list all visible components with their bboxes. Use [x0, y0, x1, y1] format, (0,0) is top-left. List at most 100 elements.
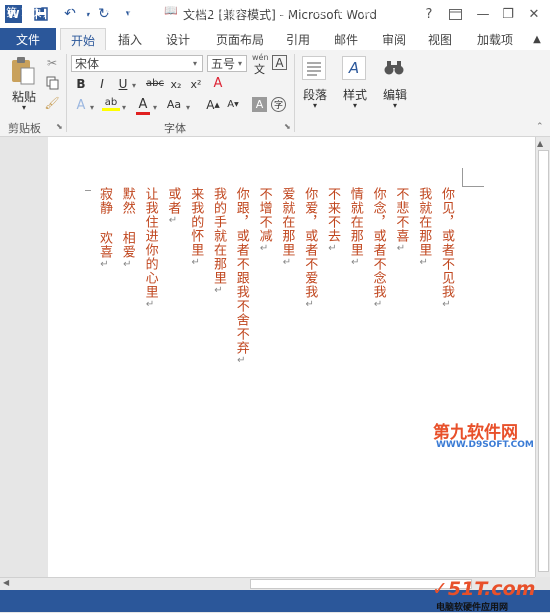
text-column[interactable]: 你爱，或者不爱我↵	[302, 187, 318, 311]
styles-icon[interactable]: A	[342, 56, 366, 80]
paragraph-icon[interactable]	[302, 56, 326, 80]
text-column[interactable]: 你念，或者不念我↵	[371, 187, 386, 311]
watermark-51t-logo: ✓51T.com	[432, 578, 536, 600]
text-column[interactable]: 爱就在那里↵	[279, 187, 294, 269]
font-color-dropdown-icon[interactable]: ▾	[153, 103, 157, 112]
paragraph-mark: ↵	[258, 243, 270, 255]
font-size-value: 五号	[211, 57, 236, 71]
collapse-ribbon-caret-icon[interactable]: ⌃	[536, 122, 544, 132]
collapse-ribbon-icon[interactable]: ▲	[528, 28, 546, 50]
binoculars-icon[interactable]	[382, 56, 406, 80]
crop-mark	[462, 186, 484, 187]
character-border-button[interactable]: A	[272, 55, 287, 70]
shrink-font-button[interactable]: A ▼	[226, 99, 240, 110]
editing-dropdown-icon[interactable]: ▾	[380, 101, 410, 110]
clear-formatting-button[interactable]: A	[210, 76, 226, 91]
change-case-dropdown-icon[interactable]: ▾	[186, 103, 190, 112]
clipboard-paste-icon[interactable]	[10, 56, 36, 86]
tab-design[interactable]: 设计	[162, 28, 194, 50]
text-effects-icon[interactable]: A	[74, 98, 88, 113]
tab-page-layout[interactable]: 页面布局	[212, 28, 268, 50]
ribbon-display-icon[interactable]	[444, 4, 466, 24]
minimize-button[interactable]: —	[472, 4, 494, 24]
proofing-icon[interactable]: 📖	[164, 4, 178, 17]
text-column[interactable]: 你跟，或者不跟我不舍不弃↵	[234, 187, 249, 367]
vertical-scroll-thumb[interactable]	[538, 150, 549, 572]
font-name-value: 宋体	[75, 57, 100, 71]
text-column[interactable]: 我的手就在那里↵	[211, 187, 226, 297]
subscript-button[interactable]: x₂	[168, 78, 184, 91]
font-size-dropdown-icon[interactable]: ▾	[238, 59, 242, 68]
restore-button[interactable]: ❐	[497, 4, 519, 24]
tab-view[interactable]: 视图	[424, 28, 456, 50]
paragraph-mark: ↵	[372, 299, 384, 311]
clear-formatting-label: A	[213, 76, 223, 91]
web-layout-icon[interactable]: ▥	[362, 4, 372, 17]
highlight-button[interactable]: ab	[102, 97, 120, 111]
language-indicator[interactable]: 中文(中国)	[190, 4, 243, 20]
paragraph-mark: ↵	[304, 299, 316, 311]
enclose-characters-button[interactable]: 字	[271, 97, 286, 112]
paragraph-mark: ↵	[190, 257, 202, 269]
font-name-dropdown-icon[interactable]: ▾	[193, 59, 197, 68]
read-mode-icon[interactable]: ▤	[314, 4, 324, 17]
macro-record-icon[interactable]: ▣	[280, 4, 290, 17]
paragraph-mark: ↵	[144, 299, 156, 311]
text-effects-dropdown-icon[interactable]: ▾	[90, 103, 94, 112]
change-case-button[interactable]: Aa	[164, 98, 184, 111]
close-button[interactable]: ✕	[523, 4, 545, 24]
paragraph-mark: ↵	[213, 285, 224, 297]
strikethrough-button[interactable]: abc	[144, 78, 166, 89]
page-count[interactable]: 第 1 页，共 1 页	[6, 4, 89, 20]
watermark-d9soft-url: WWW.D9SOFT.COM	[436, 440, 534, 450]
tab-file[interactable]: 文件	[0, 28, 56, 50]
text-column[interactable]: 让我住进你的心里↵	[143, 187, 158, 311]
tab-addins[interactable]: 加载项	[472, 28, 518, 50]
scroll-up-icon[interactable]: ▲	[537, 139, 543, 148]
text-column[interactable]: 不增不减↵	[256, 187, 272, 255]
crop-mark	[462, 168, 463, 186]
tab-references[interactable]: 引用	[282, 28, 314, 50]
paragraph-mark: ↵	[235, 355, 247, 367]
print-layout-icon[interactable]: ▦	[338, 4, 348, 17]
underline-button[interactable]: U	[116, 77, 130, 91]
character-shading-button[interactable]: A	[252, 97, 267, 112]
text-column[interactable]: 来我的怀里↵	[188, 187, 203, 269]
word-count[interactable]: 93 个字	[106, 4, 146, 20]
copy-icon[interactable]	[44, 75, 60, 91]
text-column[interactable]: 我就在那里↵	[416, 187, 431, 269]
text-column[interactable]: 默然 相爱↵	[120, 187, 135, 271]
text-column[interactable]: 不来不去↵	[325, 187, 340, 255]
paragraph-mark: ↵	[327, 243, 338, 255]
superscript-button[interactable]: x²	[188, 78, 204, 91]
tab-mailings[interactable]: 邮件	[330, 28, 362, 50]
scroll-left-icon[interactable]: ◀	[3, 578, 9, 587]
column-text: 你爱，或者不爱我	[302, 187, 318, 299]
tab-review[interactable]: 审阅	[378, 28, 410, 50]
paragraph-dropdown-icon[interactable]: ▾	[300, 101, 330, 110]
text-column[interactable]: 或者↵	[165, 187, 180, 227]
format-painter-icon[interactable]: 🖌	[44, 95, 60, 111]
clipboard-launcher-icon[interactable]: ⬊	[56, 122, 63, 131]
bold-button[interactable]: B	[74, 77, 88, 91]
font-launcher-icon[interactable]: ⬊	[284, 122, 291, 131]
styles-dropdown-icon[interactable]: ▾	[340, 101, 370, 110]
shrink-font-label: A	[227, 99, 235, 110]
highlight-dropdown-icon[interactable]: ▾	[122, 103, 126, 112]
underline-dropdown-icon[interactable]: ▾	[132, 81, 136, 90]
text-column[interactable]: 不悲不喜↵	[393, 187, 408, 255]
paste-dropdown-icon[interactable]: ▾	[10, 103, 38, 112]
tab-insert[interactable]: 插入	[114, 28, 146, 50]
text-column[interactable]: 寂静 欢喜↵	[97, 187, 112, 271]
column-text: 不增不减	[256, 187, 272, 243]
help-button[interactable]: ?	[418, 4, 440, 24]
text-column[interactable]: 你见，或者不见我↵	[439, 187, 454, 311]
font-name-combo[interactable]: 宋体	[71, 55, 203, 72]
grow-font-button[interactable]: A ▲	[206, 98, 220, 112]
italic-button[interactable]: I	[95, 77, 109, 91]
cut-icon[interactable]: ✂	[44, 55, 60, 71]
phonetic-guide-button[interactable]: 文	[254, 61, 265, 77]
text-column[interactable]: 情就在那里↵	[348, 187, 363, 269]
font-color-button[interactable]: A	[136, 97, 150, 115]
tab-home[interactable]: 开始	[60, 28, 106, 51]
